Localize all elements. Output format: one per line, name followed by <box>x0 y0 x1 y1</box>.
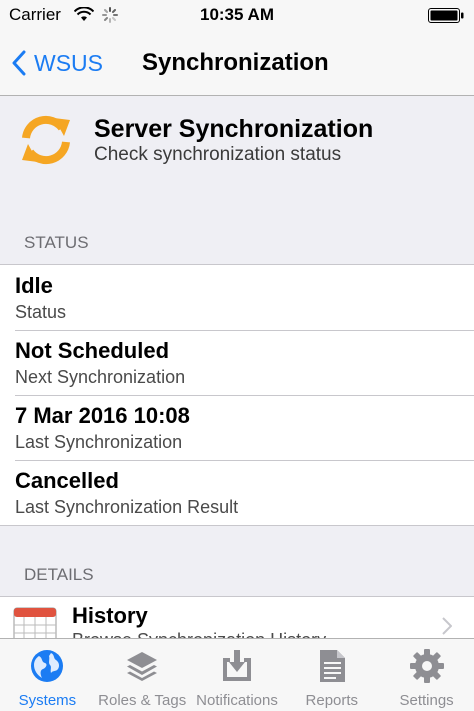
tab-settings[interactable]: Settings <box>379 639 474 711</box>
next-sync-row: Not Scheduled Next Synchronization <box>0 330 474 395</box>
gear-icon <box>409 649 444 683</box>
back-button-label: WSUS <box>34 49 103 76</box>
status-label: Status <box>15 302 67 322</box>
next-sync-value: Not Scheduled <box>15 338 170 363</box>
history-title: History <box>72 603 148 628</box>
next-sync-label: Next Synchronization <box>15 367 186 387</box>
status-row: Idle Status <box>0 265 474 330</box>
calendar-icon <box>13 607 57 640</box>
globe-icon <box>31 650 64 682</box>
download-box-icon <box>222 650 251 681</box>
sync-icon <box>22 115 70 165</box>
tab-roles-tags-label: Roles & Tags <box>98 692 187 709</box>
last-sync-label: Last Synchronization <box>15 432 183 452</box>
details-group: History Browse Synchronization History <box>0 596 474 640</box>
status-value: Idle <box>15 273 53 298</box>
history-row[interactable]: History Browse Synchronization History <box>0 597 474 640</box>
header-subtitle: Check synchronization status <box>94 144 342 165</box>
layers-icon <box>127 652 158 681</box>
tab-reports[interactable]: Reports <box>284 639 379 711</box>
tab-notifications-label: Notifications <box>196 692 278 709</box>
header-title: Server Synchronization <box>94 115 374 143</box>
chevron-right-icon <box>442 617 452 635</box>
navigation-bar: WSUS Synchronization <box>0 30 474 96</box>
document-icon <box>319 650 345 682</box>
chevron-left-icon <box>12 50 26 76</box>
tab-notifications[interactable]: Notifications <box>190 639 285 711</box>
last-sync-result-label: Last Synchronization Result <box>15 497 239 517</box>
tab-systems-label: Systems <box>18 692 77 709</box>
battery-icon <box>428 8 464 23</box>
tab-roles-tags[interactable]: Roles & Tags <box>95 639 190 711</box>
tab-systems[interactable]: Systems <box>0 639 95 711</box>
last-sync-result-value: Cancelled <box>15 468 119 493</box>
section-header-details: DETAILS <box>24 565 94 584</box>
back-button[interactable]: WSUS <box>12 46 103 80</box>
last-sync-value: 7 Mar 2016 10:08 <box>15 403 190 428</box>
section-header-status: STATUS <box>24 233 89 252</box>
last-sync-row: 7 Mar 2016 10:08 Last Synchronization <box>0 395 474 460</box>
sync-header: Server Synchronization Check synchroniza… <box>0 96 474 194</box>
status-bar: Carrier 10:35 AM <box>0 0 474 30</box>
last-sync-result-row: Cancelled Last Synchronization Result <box>0 460 474 525</box>
tab-settings-label: Settings <box>399 692 454 709</box>
tab-reports-label: Reports <box>305 692 359 709</box>
tab-bar: Systems Roles & Tags Notifications Repor… <box>0 638 474 711</box>
page-title: Synchronization <box>142 49 329 76</box>
clock: 10:35 AM <box>199 5 274 24</box>
status-group: Idle Status Not Scheduled Next Synchroni… <box>0 264 474 526</box>
